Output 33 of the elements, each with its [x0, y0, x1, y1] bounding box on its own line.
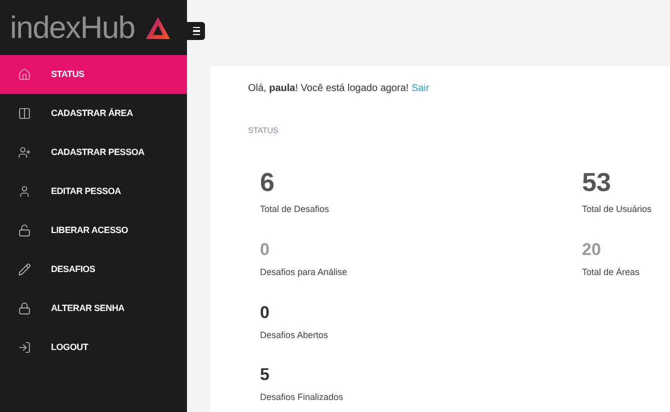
logo-text: indexHub [10, 12, 135, 43]
home-icon [18, 68, 31, 81]
sidebar-item[interactable]: LOGOUT [0, 328, 187, 367]
sidebar-item[interactable]: ALTERAR SENHA [0, 289, 187, 328]
stat-value: 20 [582, 241, 601, 258]
unlocked-padlock-icon [18, 224, 31, 237]
logo-icon [144, 16, 171, 40]
pencil-icon [18, 263, 31, 276]
stat-value: 0 [260, 304, 270, 321]
panel-icon [18, 107, 31, 120]
stat-value: 6 [260, 169, 274, 195]
user-plus-icon [18, 146, 31, 159]
stat-label: Total de Desafios [260, 203, 330, 216]
user-icon [18, 185, 31, 198]
stat-value: 5 [260, 366, 270, 383]
sidebar-item[interactable]: STATUS [0, 55, 187, 94]
sidebar-item[interactable]: LIBERAR ACESSO [0, 211, 187, 250]
stat-value: 0 [260, 241, 270, 258]
stat-label: Total de Usuários [582, 203, 652, 216]
sidebar-item[interactable]: CADASTRAR PESSOA [0, 133, 187, 172]
sidebar-item[interactable]: EDITAR PESSOA [0, 172, 187, 211]
sidebar-item[interactable]: CADASTRAR ÁREA [0, 94, 187, 133]
padlock-icon [18, 302, 31, 315]
stat-label: Total de Áreas [582, 266, 640, 279]
stat-label: Desafios para Análise [260, 266, 348, 279]
section-title: STATUS [248, 125, 278, 137]
stat-value: 53 [582, 169, 611, 195]
greeting-text: Olá, paula! Você está logado agora! Sair [248, 83, 430, 95]
stat-label: Desafios Abertos [260, 329, 328, 342]
login-icon [18, 341, 31, 354]
stat-label: Desafios Finalizados [260, 391, 344, 404]
sidebar-item[interactable]: DESAFIOS [0, 250, 187, 289]
menu-toggle-button[interactable] [187, 22, 205, 40]
